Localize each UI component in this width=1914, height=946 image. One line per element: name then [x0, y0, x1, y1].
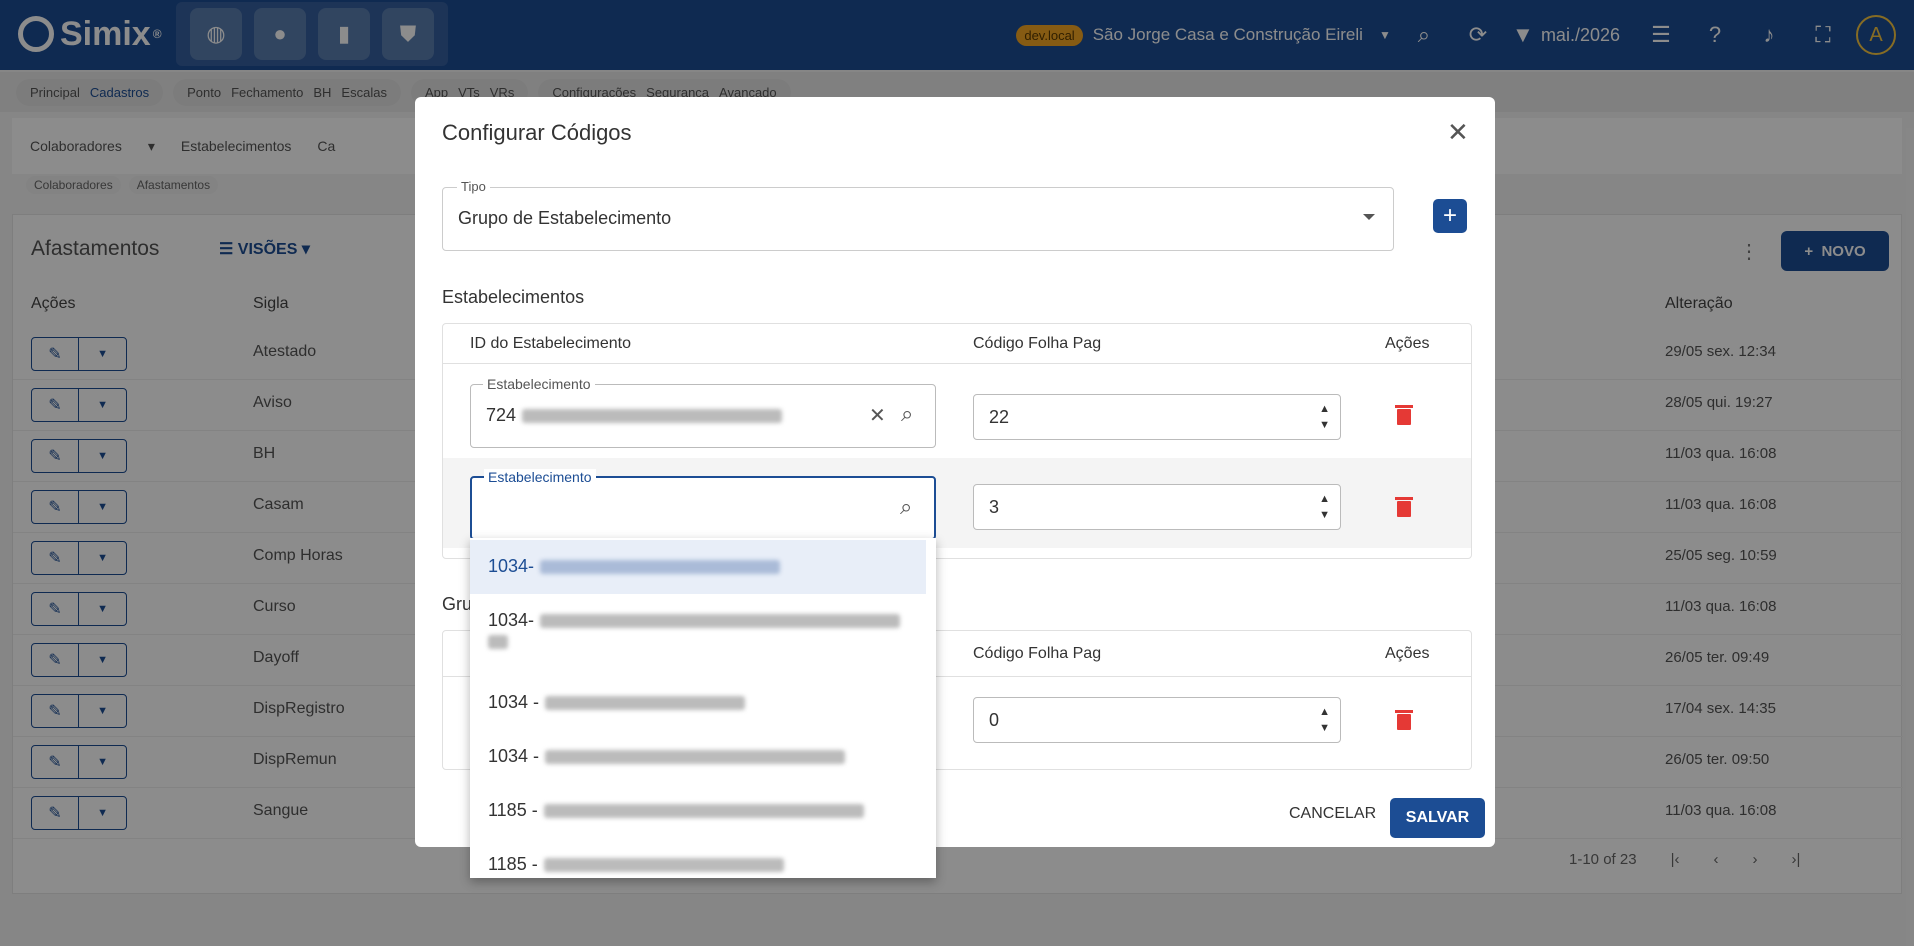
codigo-value: 3 — [989, 497, 1000, 517]
codigo-input-2[interactable]: 3 ▲ ▼ — [973, 484, 1341, 530]
spinner-icon[interactable]: ▲ ▼ — [1319, 704, 1330, 736]
estab-table: ID do Estabelecimento Código Folha Pag A… — [442, 323, 1472, 559]
redacted-text — [488, 635, 508, 650]
estab-table-header: ID do Estabelecimento Código Folha Pag A… — [443, 324, 1471, 364]
option-id: 1034 - — [488, 746, 540, 766]
delete-icon[interactable] — [1395, 709, 1413, 731]
search-icon[interactable]: ⌕ — [901, 401, 913, 427]
group-codigo-input[interactable]: 0 ▲ ▼ — [973, 697, 1341, 743]
field-label: Estabelecimento — [484, 469, 596, 485]
option-id: 1034 - — [488, 692, 540, 712]
estab-autocomplete-list: 1034- 1034- 1034 - 1034 - 1185 - 1185 - — [470, 538, 936, 878]
redacted-text — [545, 750, 846, 765]
save-button[interactable]: SALVAR — [1390, 798, 1485, 838]
list-item[interactable]: 1034 - — [470, 732, 926, 786]
spinner-icon[interactable]: ▲ ▼ — [1319, 491, 1330, 523]
clear-icon[interactable]: ✕ — [869, 403, 886, 428]
list-item[interactable]: 1034 - — [470, 678, 926, 732]
delete-icon[interactable] — [1395, 404, 1413, 426]
list-item[interactable]: 1034- — [470, 596, 926, 676]
tipo-value: Grupo de Estabelecimento — [458, 208, 672, 228]
list-item[interactable]: 1185 - — [470, 786, 926, 840]
tipo-select[interactable]: Tipo Grupo de Estabelecimento — [442, 179, 1394, 251]
dialog-title: Configurar Códigos — [442, 120, 632, 145]
option-id: 1185 - — [488, 800, 538, 820]
redacted-text — [543, 858, 784, 873]
redacted-text — [540, 614, 901, 629]
add-button[interactable]: + — [1433, 199, 1467, 233]
codigo-value: 0 — [989, 710, 1000, 730]
tipo-label: Tipo — [457, 179, 490, 194]
codigo-input-1[interactable]: 22 ▲ ▼ — [973, 394, 1341, 440]
redacted-text — [545, 696, 746, 711]
estab-field-1[interactable]: Estabelecimento 724 ✕ ⌕ — [470, 376, 936, 448]
option-id: 1185 - — [488, 854, 538, 874]
estab-value: 724 — [486, 405, 783, 426]
close-icon[interactable]: ✕ — [1447, 117, 1469, 148]
option-id: 1034- — [488, 610, 535, 630]
col-codigo: Código Folha Pag — [973, 335, 1102, 352]
col-codigo: Código Folha Pag — [973, 645, 1102, 662]
app-page: Simix ® ◍ ● ▮ ⛊ dev.local São Jorge Casa … — [0, 0, 1914, 946]
dropdown-caret-icon — [1363, 214, 1375, 220]
delete-icon[interactable] — [1395, 496, 1413, 518]
redacted-text — [522, 409, 783, 424]
option-id: 1034- — [488, 556, 535, 576]
col-acoes: Ações — [1385, 645, 1430, 662]
spinner-icon[interactable]: ▲ ▼ — [1319, 401, 1330, 433]
redacted-text — [543, 804, 864, 819]
redacted-text — [540, 560, 781, 575]
estab-id: 724 — [486, 405, 517, 425]
cancel-button[interactable]: CANCELAR — [1289, 805, 1376, 823]
estab-field-2[interactable]: Estabelecimento ⌕ — [470, 469, 936, 540]
col-acoes: Ações — [1385, 335, 1430, 352]
search-icon[interactable]: ⌕ — [900, 494, 912, 520]
section-estabelecimentos: Estabelecimentos — [442, 287, 585, 307]
section-grupos: Gru — [442, 594, 473, 614]
col-id: ID do Estabelecimento — [470, 335, 631, 352]
list-item[interactable]: 1185 - — [470, 840, 926, 878]
codigo-value: 22 — [989, 407, 1010, 427]
field-label: Estabelecimento — [483, 376, 595, 392]
list-item[interactable]: 1034- — [470, 540, 926, 594]
